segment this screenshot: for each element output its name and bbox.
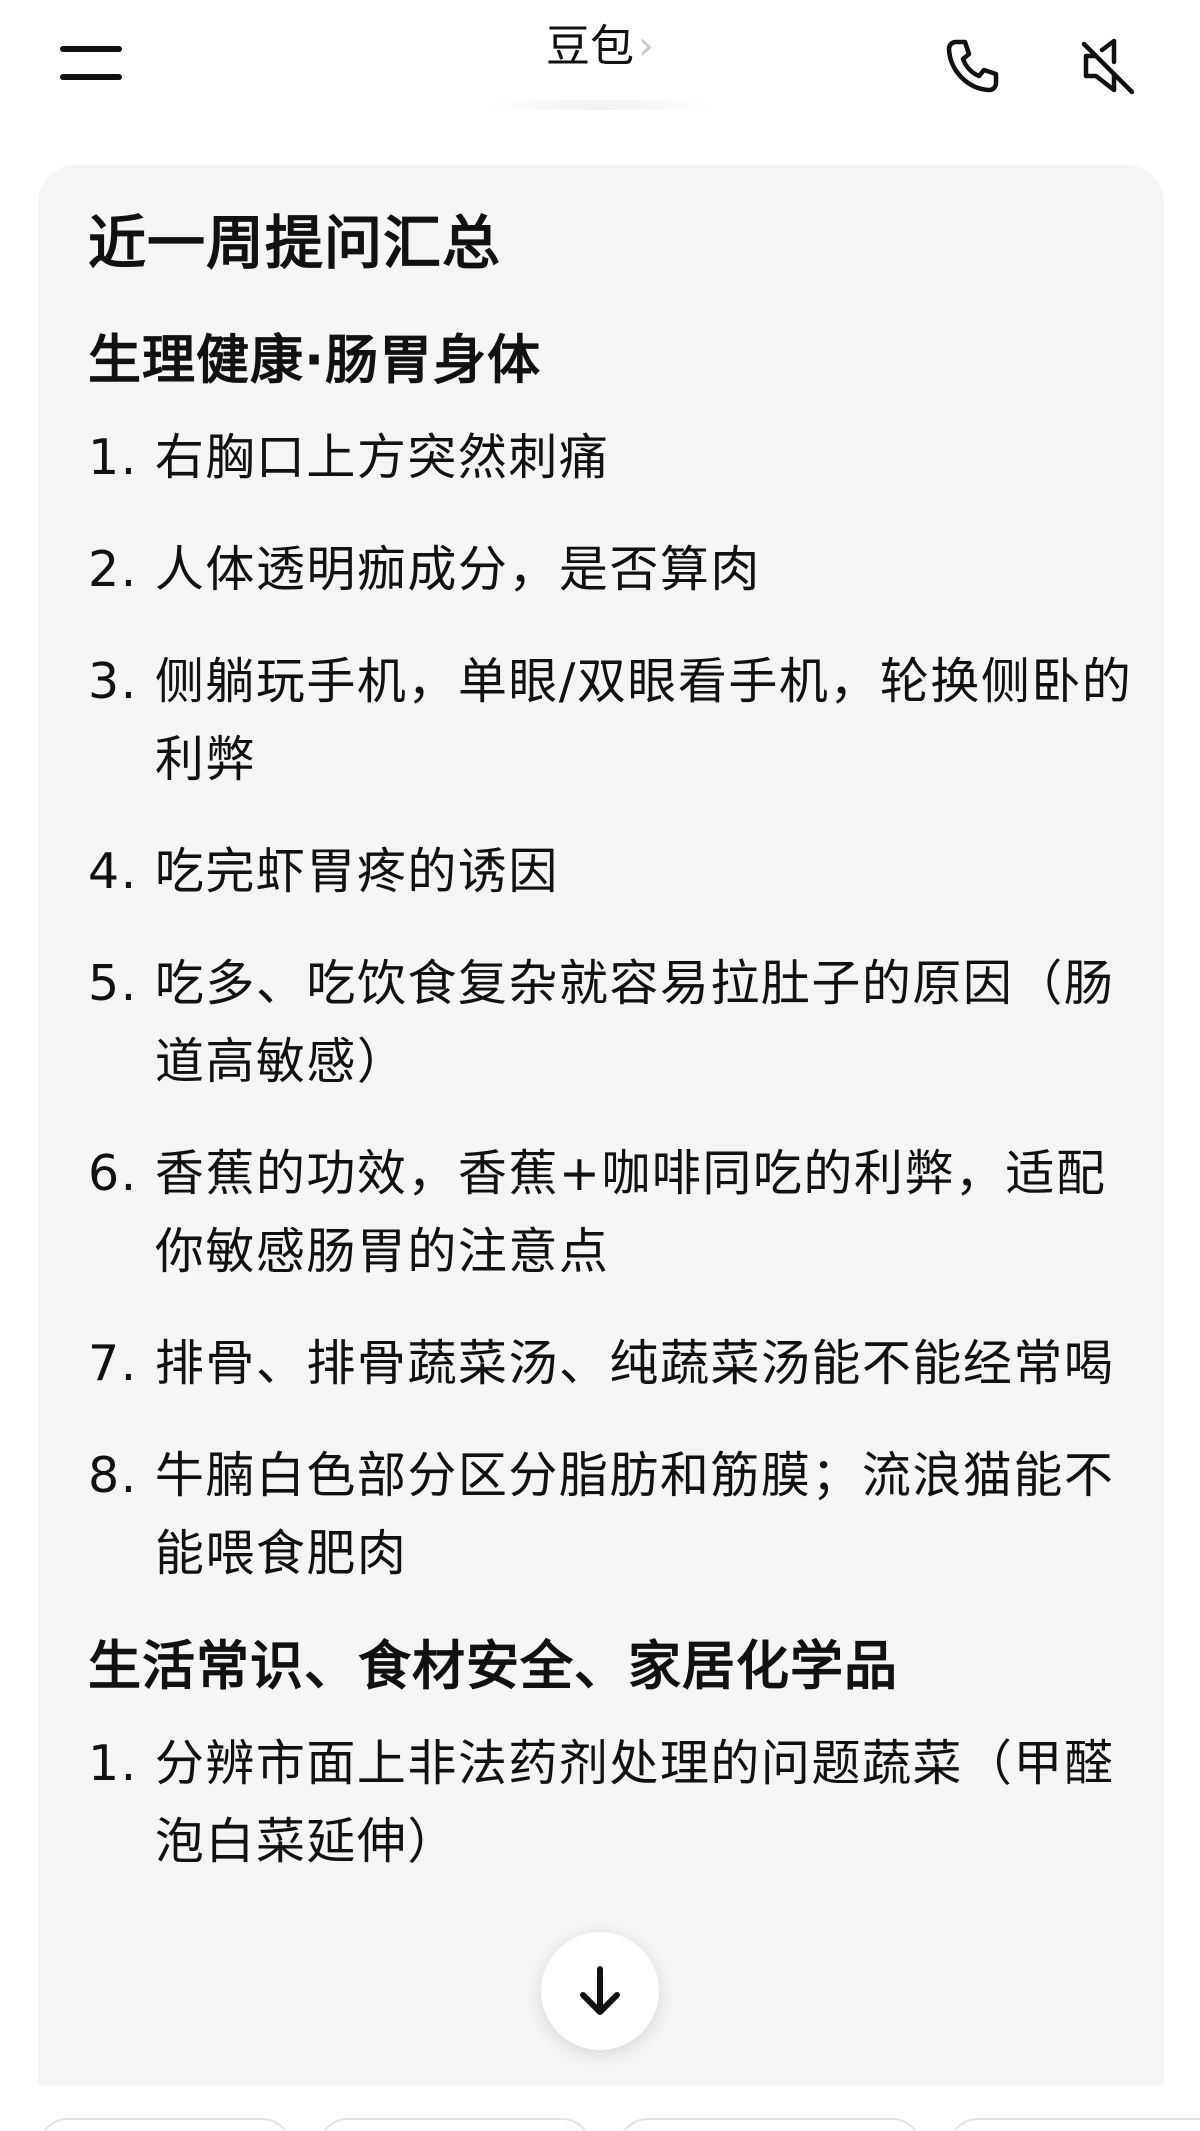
- title-underline: [490, 100, 710, 110]
- list-item-number: 5.: [88, 955, 155, 1012]
- list-item: 1. 右胸口上方突然刺痛: [88, 419, 1148, 497]
- list-item: 2. 人体透明痂成分，是否算肉: [88, 531, 1148, 609]
- section-title: 生理健康·肠胃身体: [88, 330, 542, 391]
- list-item-text: 排骨、排骨蔬菜汤、纯蔬菜汤能不能经常喝: [154, 1335, 1115, 1392]
- list-item: 8. 牛腩白色部分区分脂肪和筋膜；流浪猫能不能喂食肥肉: [88, 1437, 1148, 1593]
- list-item-text: 吃完虾胃疼的诱因: [154, 843, 559, 900]
- speaker-muted-icon[interactable]: [1072, 30, 1144, 102]
- list-item: 3. 侧躺玩手机，单眼/双眼看手机，轮换侧卧的利弊: [88, 643, 1148, 799]
- suggestion-chip[interactable]: [618, 2118, 922, 2131]
- list-item: 5. 吃多、吃饮食复杂就容易拉肚子的原因（肠道高敏感）: [88, 945, 1148, 1101]
- list-item-number: 1.: [88, 429, 155, 486]
- list-item-text: 分辨市面上非法药剂处理的问题蔬菜（甲醛泡白菜延伸）: [154, 1735, 1115, 1870]
- list-item-text: 吃多、吃饮食复杂就容易拉肚子的原因（肠道高敏感）: [154, 955, 1115, 1090]
- list-item-number: 7.: [88, 1335, 155, 1392]
- menu-bar-bottom: [60, 74, 122, 80]
- top-bar: 豆包 ›: [0, 0, 1200, 150]
- message-content: 近一周提问汇总 生理健康·肠胃身体 1. 右胸口上方突然刺痛 2. 人体透明痂成…: [88, 195, 1148, 1915]
- title-container: 豆包 ›: [0, 10, 1200, 74]
- list-item-number: 6.: [88, 1145, 155, 1202]
- arrow-down-icon: [580, 1966, 620, 2015]
- list-item: 7. 排骨、排骨蔬菜汤、纯蔬菜汤能不能经常喝: [88, 1325, 1148, 1403]
- list-item-number: 4.: [88, 843, 155, 900]
- suggestion-chip[interactable]: [948, 2118, 1200, 2131]
- suggestion-chip[interactable]: [318, 2118, 592, 2131]
- message-card: 近一周提问汇总 生理健康·肠胃身体 1. 右胸口上方突然刺痛 2. 人体透明痂成…: [38, 165, 1164, 2085]
- bot-name-text: 豆包: [546, 21, 634, 72]
- list-item-text: 香蕉的功效，香蕉+咖啡同吃的利弊，适配你敏感肠胃的注意点: [154, 1145, 1107, 1280]
- list-item-text: 牛腩白色部分区分脂肪和筋膜；流浪猫能不能喂食肥肉: [154, 1447, 1115, 1582]
- phone-icon[interactable]: [936, 30, 1008, 102]
- list-item-number: 1.: [88, 1735, 155, 1792]
- list-item-number: 8.: [88, 1447, 155, 1504]
- scroll-to-bottom-button[interactable]: [541, 1932, 659, 2050]
- list-item-number: 2.: [88, 541, 155, 598]
- list-item-text: 侧躺玩手机，单眼/双眼看手机，轮换侧卧的利弊: [154, 653, 1133, 788]
- summary-heading: 近一周提问汇总: [88, 209, 502, 277]
- list-item: 6. 香蕉的功效，香蕉+咖啡同吃的利弊，适配你敏感肠胃的注意点: [88, 1135, 1148, 1291]
- section-title: 生活常识、食材安全、家居化学品: [88, 1636, 898, 1697]
- bot-name-title[interactable]: 豆包 ›: [546, 10, 654, 74]
- list-item: 4. 吃完虾胃疼的诱因: [88, 833, 1148, 911]
- list-item-number: 3.: [88, 653, 155, 710]
- list-item-text: 人体透明痂成分，是否算肉: [154, 541, 761, 598]
- suggestion-chips: [0, 2110, 1200, 2131]
- chevron-right-icon: ›: [638, 23, 654, 69]
- suggestion-chip[interactable]: [38, 2118, 292, 2131]
- list-item-text: 右胸口上方突然刺痛: [154, 429, 610, 486]
- chat-screen: 豆包 › 近一周提问汇总 生理健康·肠胃身体 1. 右胸口上方突然刺痛 2. 人…: [0, 0, 1200, 2131]
- list-item: 1. 分辨市面上非法药剂处理的问题蔬菜（甲醛泡白菜延伸）: [88, 1725, 1148, 1881]
